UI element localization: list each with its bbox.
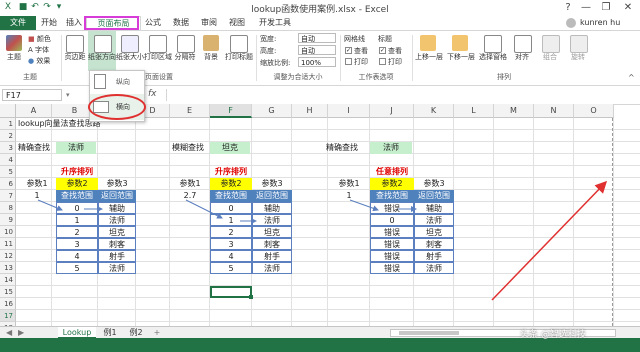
breaks-button[interactable]: 分隔符 [172,53,198,61]
scale-input[interactable]: 100% [298,57,336,67]
portrait-option[interactable]: 纵向 [116,77,130,87]
bring-forward-button[interactable]: 上移一层 [414,53,444,61]
headings-view-checkbox[interactable]: ✓ [379,47,386,54]
themes-button[interactable]: 主题 [2,53,26,61]
collapse-ribbon-icon[interactable]: ^ [628,73,635,82]
gridlines-label: 网格线 [344,35,365,43]
theme-group-label: 主题 [23,73,37,81]
print-titles-button[interactable]: 打印标题 [224,53,254,61]
align-icon[interactable] [514,35,532,53]
size-icon[interactable] [121,35,139,53]
orientation-button[interactable]: 纸张方向 [88,53,116,61]
arrange-group-label: 排列 [497,73,511,81]
tab-insert[interactable]: 插入 [64,16,84,30]
margins-button[interactable]: 页边距 [62,53,88,61]
headings-label: 标题 [378,35,392,43]
tab-view[interactable]: 视图 [226,16,248,30]
close-button[interactable]: ✕ [620,1,636,14]
scale-group-label: 调整为合适大小 [273,73,323,81]
effects-button[interactable]: ● 效果 [28,56,50,66]
landscape-highlight-circle [88,94,146,120]
rotate-icon[interactable] [570,35,588,53]
width-label: 宽度: [260,35,277,43]
margins-icon[interactable] [66,35,84,53]
horizontal-scroll-thumb[interactable] [399,331,459,335]
user-avatar[interactable] [566,18,576,28]
gridlines-view-checkbox[interactable]: ✓ [345,47,352,54]
user-name[interactable]: kunren hu [580,16,630,30]
headings-view-label: 查看 [388,47,402,55]
sheet-options-group-label: 工作表选项 [358,73,394,81]
height-select[interactable]: 自动 [298,45,336,55]
size-button[interactable]: 纸张大小 [116,53,144,61]
background-button[interactable]: 背景 [198,53,224,61]
breaks-icon[interactable] [177,35,195,53]
print-titles-icon[interactable] [230,35,248,53]
width-select[interactable]: 自动 [298,33,336,43]
selection-pane-button[interactable]: 选择窗格 [478,53,508,61]
tab-review[interactable]: 审阅 [198,16,220,30]
title-bar: X ■ ↶ ↷ ▾ lookup函数使用案例.xlsx - Excel ? — … [0,0,640,17]
group-button[interactable]: 组合 [536,53,564,61]
tab-file[interactable]: 文件 [0,16,36,30]
next-sheet-icon[interactable]: ▶ [18,328,24,337]
group-separator [412,35,413,81]
help-button[interactable]: ? [560,1,576,14]
background-icon[interactable] [203,35,219,51]
worksheet-grid[interactable]: ABCDEFGHIJKLMNO 123456789101112131415161… [0,104,640,326]
orientation-icon[interactable] [94,35,112,53]
fonts-button[interactable]: A 字体 [28,45,49,55]
gridlines-print-label: 打印 [354,58,368,66]
send-backward-icon[interactable] [452,35,468,51]
gridlines-view-label: 查看 [354,47,368,55]
send-backward-button[interactable]: 下移一层 [446,53,476,61]
group-icon[interactable] [542,35,560,53]
gridlines-print-checkbox[interactable] [345,58,352,65]
page-layout-highlight-box [84,16,139,30]
print-area-icon[interactable] [149,35,167,53]
themes-icon[interactable] [6,35,22,51]
watermark: 头条 @智选科技 [520,330,586,340]
status-bar [0,338,640,352]
annotation-arrows [37,180,608,301]
restore-button[interactable]: ❐ [598,1,614,14]
tab-developer[interactable]: 开发工具 [256,16,294,30]
block3-arrow-lookup [349,199,379,212]
colors-button[interactable]: ■ 颜色 [28,34,51,44]
tab-data[interactable]: 数据 [170,16,192,30]
minimize-button[interactable]: — [578,1,594,14]
formula-input[interactable] [166,89,639,101]
height-label: 高度: [260,47,277,55]
selection-pane-icon[interactable] [484,35,502,53]
name-box[interactable]: F17 [2,89,62,101]
scale-label: 缩放比例: [260,59,291,67]
fx-button[interactable]: fx [148,89,157,99]
tab-formulas[interactable]: 公式 [142,16,164,30]
rotate-button[interactable]: 旋转 [564,53,592,61]
headings-print-checkbox[interactable] [379,58,386,65]
bring-forward-icon[interactable] [420,35,436,51]
red-diagonal-arrow [491,180,608,301]
align-button[interactable]: 对齐 [508,53,536,61]
window-title: lookup函数使用案例.xlsx - Excel [251,5,389,15]
block2-arrow-lookup [185,199,223,219]
headings-print-label: 打印 [388,58,402,66]
block1-arrow-lookup [37,199,63,211]
portrait-icon [94,74,106,89]
prev-sheet-icon[interactable]: ◀ [6,328,12,337]
print-area-button[interactable]: 打印区域 [144,53,172,61]
name-box-dropdown-icon[interactable]: ▾ [66,91,70,99]
tab-home[interactable]: 开始 [38,16,60,30]
